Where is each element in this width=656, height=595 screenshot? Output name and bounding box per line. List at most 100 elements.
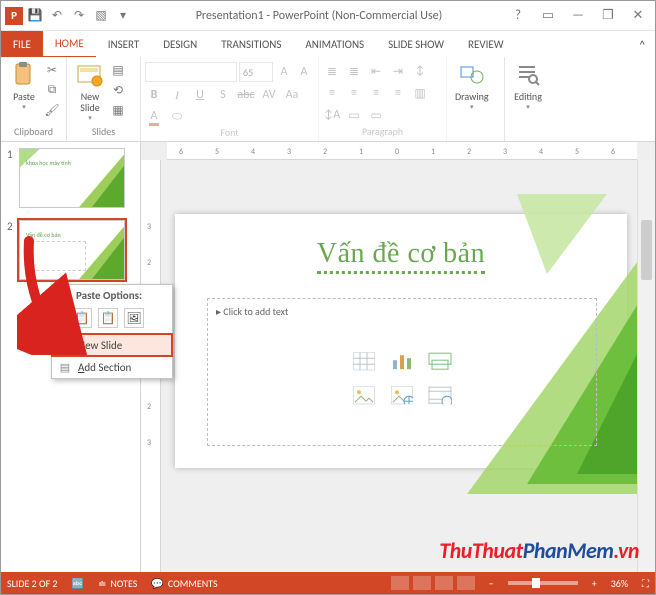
close-icon[interactable]: ✕ bbox=[625, 5, 651, 27]
zoom-value[interactable]: 36% bbox=[611, 577, 628, 590]
decrease-indent-icon[interactable]: ⇤ bbox=[367, 62, 385, 80]
tab-review[interactable]: REVIEW bbox=[456, 31, 516, 57]
paste-label: Paste bbox=[13, 91, 35, 102]
bold-icon[interactable]: B bbox=[145, 86, 163, 104]
insert-online-picture-icon[interactable] bbox=[386, 381, 418, 409]
editing-button[interactable]: Editing ▾ bbox=[509, 59, 547, 113]
status-notes[interactable]: ≐ NOTES bbox=[98, 577, 137, 590]
font-color-icon[interactable]: A bbox=[145, 108, 163, 126]
insert-smartart-icon[interactable] bbox=[424, 347, 456, 375]
reset-icon[interactable]: ⟲ bbox=[109, 81, 127, 99]
insert-picture-icon[interactable] bbox=[348, 381, 380, 409]
vertical-scrollbar[interactable] bbox=[637, 160, 655, 572]
align-left-icon[interactable]: ≡ bbox=[323, 84, 341, 102]
thumb-row-2[interactable]: 2 Vấn đề cơ bản bbox=[7, 220, 140, 280]
minimize-icon[interactable]: — bbox=[565, 5, 591, 27]
tab-slideshow[interactable]: SLIDE SHOW bbox=[376, 31, 456, 57]
tab-file[interactable]: FILE bbox=[1, 31, 43, 57]
format-painter-icon[interactable]: 🖌 bbox=[43, 101, 61, 119]
copy-icon[interactable]: ⧉ bbox=[43, 81, 61, 99]
underline-icon[interactable]: U bbox=[191, 86, 209, 104]
paste-theme-icon[interactable]: 📋 bbox=[72, 308, 92, 328]
paste-source-icon[interactable]: 📋 bbox=[98, 308, 118, 328]
section-icon[interactable]: ▦ bbox=[109, 101, 127, 119]
italic-icon[interactable]: I bbox=[168, 86, 186, 104]
zoom-in-icon[interactable]: + bbox=[592, 577, 597, 590]
reading-view-icon[interactable] bbox=[435, 576, 453, 590]
align-right-icon[interactable]: ≡ bbox=[367, 84, 385, 102]
thumb-1[interactable]: khoa học máy tính bbox=[19, 148, 125, 208]
paste-picture-icon[interactable]: 🖼 bbox=[124, 308, 144, 328]
grow-font-icon[interactable]: A bbox=[275, 63, 293, 81]
insert-chart-icon[interactable] bbox=[386, 347, 418, 375]
ribbon-options-icon[interactable]: ▭ bbox=[535, 5, 561, 27]
zoom-slider[interactable] bbox=[508, 581, 578, 585]
slideshow-view-icon[interactable] bbox=[457, 576, 475, 590]
highlight-icon[interactable]: ⬭ bbox=[168, 108, 186, 126]
increase-indent-icon[interactable]: ⇥ bbox=[389, 62, 407, 80]
view-buttons bbox=[391, 576, 475, 590]
font-family-combobox[interactable] bbox=[145, 62, 237, 82]
collapse-ribbon-icon[interactable]: ^ bbox=[630, 31, 655, 57]
drawing-button[interactable]: Drawing ▾ bbox=[451, 59, 493, 113]
restore-icon[interactable]: ❐ bbox=[595, 5, 621, 27]
app-icon[interactable]: P bbox=[5, 7, 23, 25]
line-spacing-icon[interactable]: ↕ bbox=[411, 62, 429, 80]
fit-window-icon[interactable]: ⛶ bbox=[642, 577, 649, 590]
start-beginning-icon[interactable]: ▧ bbox=[91, 5, 111, 27]
slide[interactable]: Vấn đề cơ bản ▸ Click to add text bbox=[175, 214, 627, 468]
scrollbar-thumb[interactable] bbox=[641, 220, 652, 280]
change-case-icon[interactable]: Aa bbox=[283, 86, 301, 104]
thumb-2[interactable]: Vấn đề cơ bản bbox=[19, 220, 125, 280]
smartart-icon[interactable]: ▭ bbox=[367, 106, 385, 124]
font-size-value: 65 bbox=[243, 66, 253, 79]
undo-icon[interactable]: ↶ bbox=[47, 5, 67, 27]
columns-icon[interactable]: ▥ bbox=[411, 84, 429, 102]
content-placeholder[interactable]: ▸ Click to add text bbox=[207, 298, 597, 446]
find-icon bbox=[514, 61, 542, 89]
thumb-1-title: khoa học máy tính bbox=[26, 159, 71, 167]
menu-new-slide[interactable]: ▭ New Slide bbox=[52, 334, 172, 356]
justify-icon[interactable]: ≡ bbox=[389, 84, 407, 102]
help-icon[interactable]: ? bbox=[505, 5, 531, 27]
thumb-number: 2 bbox=[7, 220, 19, 280]
editor-area: 6 5 4 3 2 1 0 1 2 3 4 5 6 3 2 1 0 1 2 3 bbox=[141, 142, 655, 572]
layout-icon[interactable]: ▤ bbox=[109, 61, 127, 79]
shrink-font-icon[interactable]: A bbox=[295, 63, 313, 81]
numbering-icon[interactable]: ≣ bbox=[345, 62, 363, 80]
cut-icon[interactable]: ✂ bbox=[43, 61, 61, 79]
strikethrough-icon[interactable]: abc bbox=[237, 86, 255, 104]
slide-title[interactable]: Vấn đề cơ bản bbox=[317, 238, 485, 274]
bullets-icon[interactable]: ≣ bbox=[323, 62, 341, 80]
align-text-icon[interactable]: ▭ bbox=[345, 106, 363, 124]
tab-home[interactable]: HOME bbox=[43, 31, 96, 57]
align-center-icon[interactable]: ≡ bbox=[345, 84, 363, 102]
zoom-out-icon[interactable]: − bbox=[489, 577, 494, 590]
status-slide-counter[interactable]: SLIDE 2 OF 2 bbox=[7, 577, 58, 590]
tab-animations[interactable]: ANIMATIONS bbox=[293, 31, 376, 57]
sorter-view-icon[interactable] bbox=[413, 576, 431, 590]
text-direction-icon[interactable]: ↕A bbox=[323, 106, 341, 124]
save-icon[interactable]: 💾 bbox=[25, 5, 45, 27]
menu-add-section[interactable]: ▤ Add Section bbox=[52, 356, 172, 378]
qat-dropdown-icon[interactable]: ▾ bbox=[113, 5, 133, 27]
tab-insert[interactable]: INSERT bbox=[96, 31, 152, 57]
insert-video-icon[interactable] bbox=[424, 381, 456, 409]
tab-transitions[interactable]: TRANSITIONS bbox=[209, 31, 293, 57]
status-language[interactable]: 🔤 bbox=[72, 577, 84, 590]
shadow-icon[interactable]: S bbox=[214, 86, 232, 104]
spacing-icon[interactable]: AV bbox=[260, 86, 278, 104]
thumb-number: 1 bbox=[7, 148, 19, 208]
status-comments[interactable]: 💬 COMMENTS bbox=[151, 577, 217, 590]
normal-view-icon[interactable] bbox=[391, 576, 409, 590]
redo-icon[interactable]: ↷ bbox=[69, 5, 89, 27]
insert-table-icon[interactable] bbox=[348, 347, 380, 375]
group-paragraph: ≣ ≣ ⇤ ⇥ ↕ ≡ ≡ ≡ ≡ ▥ ↕A ▭ ▭ Paragraph bbox=[319, 57, 447, 141]
canvas[interactable]: Vấn đề cơ bản ▸ Click to add text bbox=[161, 160, 637, 572]
font-size-combobox[interactable]: 65 bbox=[239, 62, 273, 82]
new-slide-button[interactable]: New Slide ▾ bbox=[71, 59, 109, 124]
group-clipboard: Paste ▾ ✂ ⧉ 🖌 Clipboard bbox=[1, 57, 67, 141]
paste-button[interactable]: Paste ▾ bbox=[5, 59, 43, 113]
tab-design[interactable]: DESIGN bbox=[151, 31, 209, 57]
thumb-row-1[interactable]: 1 khoa học máy tính bbox=[7, 148, 140, 208]
